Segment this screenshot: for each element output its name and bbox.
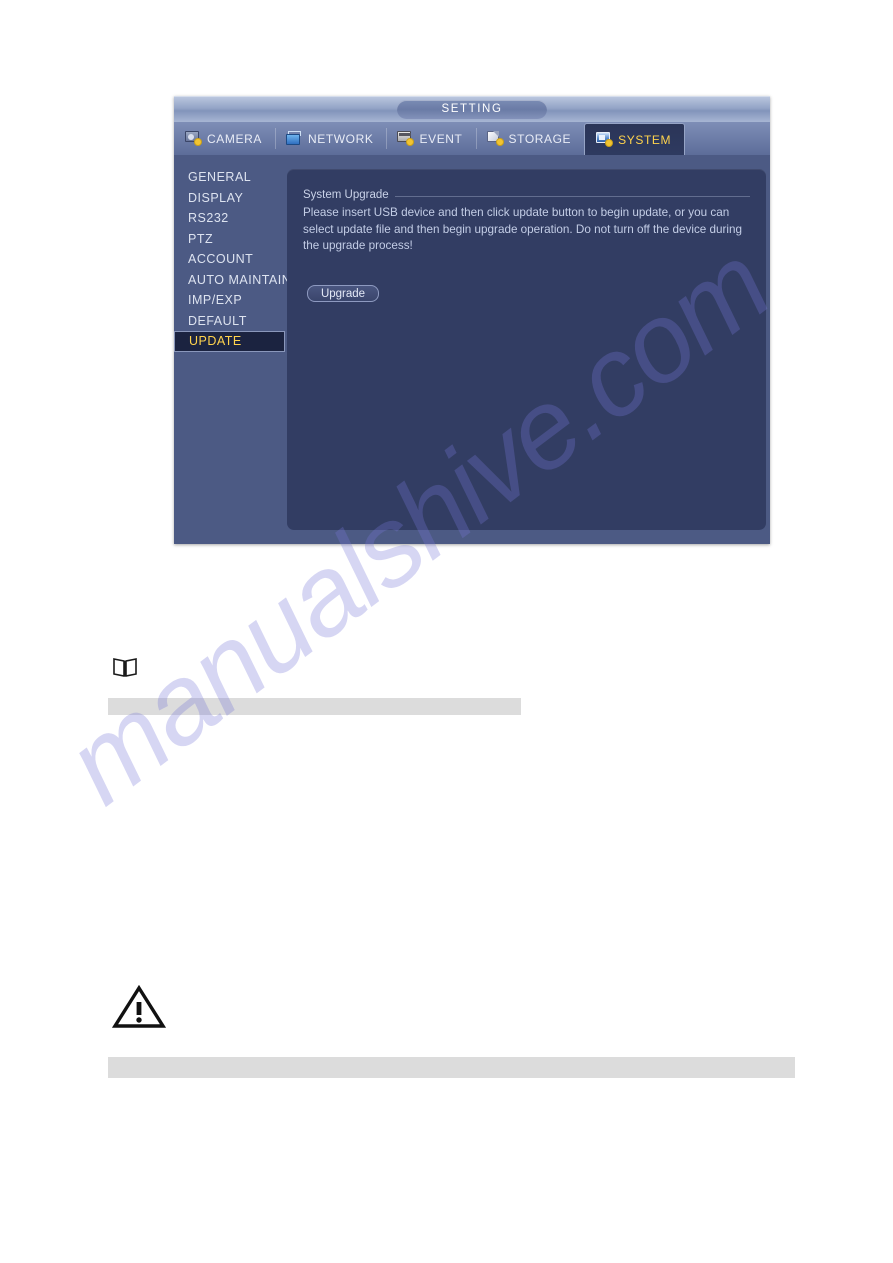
warning-triangle-icon [111, 984, 167, 1029]
warning-text-bar [108, 1057, 795, 1078]
sidebar-item-display[interactable]: DISPLAY [174, 188, 287, 209]
dialog-body: GENERAL DISPLAY RS232 PTZ ACCOUNT AUTO M… [174, 155, 770, 544]
sidebar-item-rs232[interactable]: RS232 [174, 208, 287, 229]
section-title: System Upgrade [303, 189, 395, 201]
tab-camera-label: CAMERA [207, 131, 262, 146]
network-icon [285, 131, 303, 146]
tab-network-label: NETWORK [307, 131, 374, 146]
sidebar-item-update[interactable]: UPDATE [174, 331, 285, 352]
sidebar-item-account[interactable]: ACCOUNT [174, 249, 287, 270]
upgrade-button[interactable]: Upgrade [307, 285, 379, 302]
dialog-title: SETTING [397, 100, 547, 119]
storage-icon [486, 131, 504, 146]
sidebar-item-ptz[interactable]: PTZ [174, 229, 287, 250]
sidebar-item-imp-exp[interactable]: IMP/EXP [174, 290, 287, 311]
note-text-bar [108, 698, 521, 715]
tab-event[interactable]: EVENT [386, 122, 475, 155]
content-panel: System Upgrade Please insert USB device … [287, 169, 766, 530]
tab-system-label: SYSTEM [618, 132, 672, 147]
dialog-titlebar: SETTING [174, 96, 770, 122]
tab-event-label: EVENT [419, 131, 463, 146]
sidebar-menu: GENERAL DISPLAY RS232 PTZ ACCOUNT AUTO M… [174, 155, 291, 544]
setting-dialog: SETTING CAMERA NETWORK EVENT STORAGE SYS… [174, 96, 770, 544]
event-icon [397, 131, 415, 146]
tab-network[interactable]: NETWORK [274, 122, 387, 155]
camera-icon [185, 131, 202, 146]
tab-strip: CAMERA NETWORK EVENT STORAGE SYSTEM [174, 122, 770, 155]
section-header: System Upgrade [303, 185, 750, 201]
tab-system[interactable]: SYSTEM [584, 123, 686, 155]
upgrade-description: Please insert USB device and then click … [303, 206, 743, 252]
tab-storage[interactable]: STORAGE [475, 122, 585, 155]
tab-camera[interactable]: CAMERA [174, 122, 275, 155]
book-icon [112, 656, 138, 678]
tab-storage-label: STORAGE [508, 131, 572, 146]
sidebar-item-default[interactable]: DEFAULT [174, 311, 287, 332]
system-icon [596, 132, 614, 147]
sidebar-item-general[interactable]: GENERAL [174, 167, 287, 188]
sidebar-item-auto-maintain[interactable]: AUTO MAINTAIN [174, 270, 291, 291]
